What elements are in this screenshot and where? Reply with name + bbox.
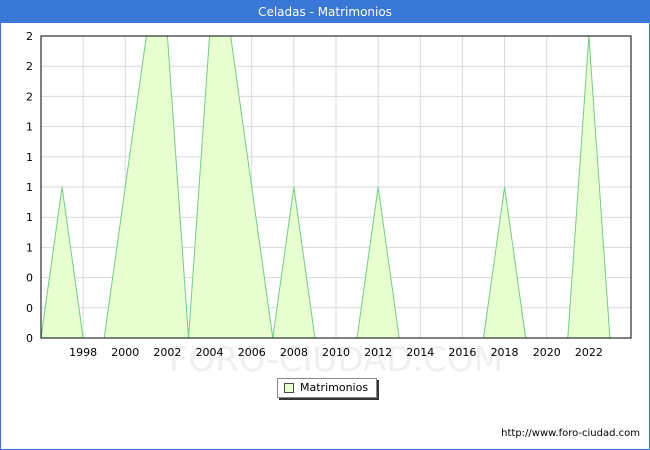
legend-swatch [284,383,294,393]
x-tick-label: 2004 [196,346,224,359]
data-point [61,186,63,188]
data-point [377,186,379,188]
y-tick-label: 0 [26,272,33,285]
x-tick-label: 2016 [448,346,476,359]
y-tick-label: 2 [26,30,33,43]
x-tick-label: 2018 [491,346,519,359]
y-tick-label: 1 [26,151,33,164]
x-tick-label: 2002 [153,346,181,359]
source-url: http://www.foro-ciudad.com [501,428,640,439]
y-tick-label: 2 [26,90,33,103]
x-tick-label: 2008 [280,346,308,359]
x-tick-label: 2010 [322,346,350,359]
x-tick-label: 2014 [406,346,434,359]
legend-label-matrimonios: Matrimonios [300,381,369,394]
x-tick-label: 1998 [69,346,97,359]
x-tick-label: 2012 [364,346,392,359]
chart-frame: Celadas - Matrimonios FORO-CIUDAD.COM 0 0 0… [0,0,650,450]
y-tick-label: 1 [26,181,33,194]
y-tick-label: 0 [26,332,33,345]
data-point [124,186,126,188]
y-tick-label: 1 [26,241,33,254]
x-tick-label: 2000 [111,346,139,359]
y-tick-label: 1 [26,211,33,224]
y-tick-label: 1 [26,121,33,134]
x-tick-label: 2006 [238,346,266,359]
legend: Matrimonios [277,378,377,398]
data-point [504,186,506,188]
x-tick-label: 2022 [575,346,603,359]
y-tick-label: 0 [26,302,33,315]
y-tick-label: 2 [26,60,33,73]
x-tick-label: 2020 [533,346,561,359]
data-point [293,186,295,188]
data-point [251,186,253,188]
